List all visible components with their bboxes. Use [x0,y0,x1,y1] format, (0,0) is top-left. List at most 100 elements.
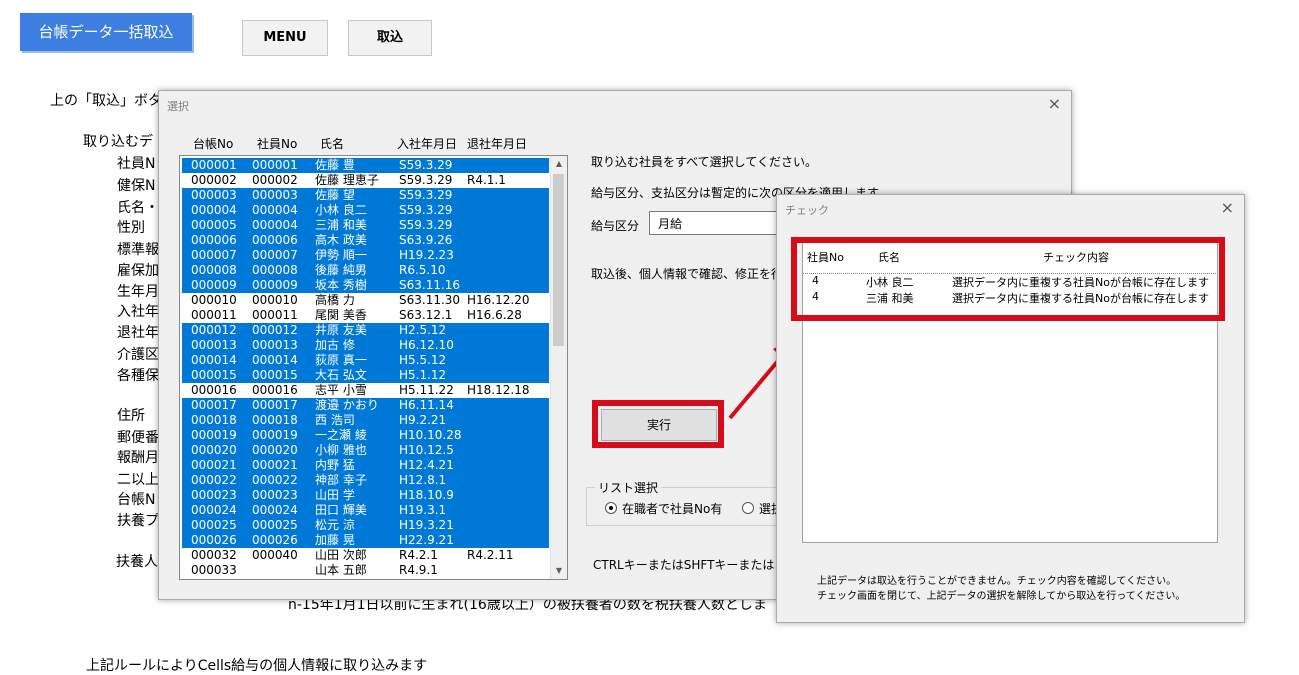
app-title-button[interactable]: 台帳データ一括取込 [20,13,192,51]
employee-list-row[interactable]: 000002 000002 佐藤 理恵子 S59.3.29 R4.1.1 [182,173,549,188]
row-ledger-no: 000020 [191,443,237,457]
row-ledger-no: 000007 [191,248,237,262]
employee-list-row[interactable]: 000010 000010 高橋 力 S63.11.30 H16.12.20 [182,293,549,308]
scroll-down-arrow-icon[interactable]: ▼ [551,563,567,579]
radio-other-indicator[interactable] [742,502,754,514]
sheet-field-label: 介護区 [117,347,159,363]
employee-list-row[interactable]: 000009 000009 坂本 秀樹 S63.11.16 [182,278,549,293]
row-employee-no: 000022 [252,473,298,487]
employee-list-row[interactable]: 000018 000018 西 浩司 H9.2.21 [182,413,549,428]
import-button[interactable]: 取込 [348,20,432,56]
employee-list-row[interactable]: 000019 000019 一之瀬 綾 H10.10.28 [182,428,549,443]
row-name: 内野 猛 [315,458,355,472]
row-employee-no: 000021 [252,458,298,472]
row-employee-no: 000004 [252,218,298,232]
row-join-date: H6.12.10 [399,338,454,352]
row-employee-no: 000001 [252,158,298,172]
sheet-field-label: 標準報 [117,242,159,258]
check-dialog-close-icon[interactable]: × [1221,198,1234,217]
row-name: 伊勢 順一 [315,248,367,262]
row-employee-no: 000004 [252,203,298,217]
employee-list-row[interactable]: 000022 000022 神部 幸子 H12.8.1 [182,473,549,488]
row-name: 加古 修 [315,338,355,352]
employee-list-row[interactable]: 000020 000020 小柳 雅也 H10.12.5 [182,443,549,458]
scrollbar-thumb[interactable] [553,174,564,346]
employee-list-row[interactable]: 000014 000014 荻原 真一 H5.5.12 [182,353,549,368]
employee-list-row[interactable]: 000025 000025 松元 涼 H19.3.21 [182,518,549,533]
sheet-footer-note: 上記ルールによりCells給与の個人情報に取り込みます [86,658,428,674]
row-name: 井原 友美 [315,323,367,337]
row-join-date: S63.11.16 [399,278,461,292]
column-header-employee-no: 社員No [257,137,298,151]
row-leave-date: R4.1.1 [467,173,506,187]
row-join-date: H10.12.5 [399,443,454,457]
row-name: 山田 次郎 [315,548,367,562]
employee-list-row[interactable]: 000001 000001 佐藤 豊 S59.3.29 [182,158,549,173]
row-employee-no: 000006 [252,233,298,247]
row-leave-date: H16.6.28 [467,308,522,322]
row-name: 佐藤 豊 [315,158,355,172]
radio-employed-indicator[interactable] [605,502,617,514]
row-name: 志平 小雪 [315,383,367,397]
row-ledger-no: 000016 [191,383,237,397]
column-header-ledger-no: 台帳No [193,137,234,151]
row-employee-no: 000024 [252,503,298,517]
row-join-date: H18.10.9 [399,488,454,502]
employee-list-row[interactable]: 000026 000026 加藤 晃 H22.9.21 [182,533,549,548]
employee-list-row[interactable]: 000005 000004 三浦 和美 S59.3.29 [182,218,549,233]
row-name: 一之瀬 綾 [315,428,367,442]
salary-type-select[interactable]: 月給 [649,211,781,235]
employee-list-row[interactable]: 000011 000011 尾関 美香 S63.12.1 H16.6.28 [182,308,549,323]
employee-list-row[interactable]: 000012 000012 井原 友美 H2.5.12 [182,323,549,338]
row-ledger-no: 000018 [191,413,237,427]
sheet-field-label: 郵便番 [117,430,159,446]
employee-list-row[interactable]: 000021 000021 内野 猛 H12.4.21 [182,458,549,473]
row-ledger-no: 000013 [191,338,237,352]
salary-type-value: 月給 [658,217,683,231]
employee-list-row[interactable]: 000008 000008 後藤 純男 R6.5.10 [182,263,549,278]
row-join-date: S59.3.29 [399,173,453,187]
select-dialog-close-icon[interactable]: × [1048,94,1061,113]
employee-list-row[interactable]: 000006 000006 高木 政美 S63.9.26 [182,233,549,248]
menu-button[interactable]: MENU [242,20,328,56]
row-employee-no: 000040 [252,548,298,562]
sheet-field-label: 入社年 [117,304,159,320]
employee-list-row[interactable]: 000004 000004 小林 良二 S59.3.29 [182,203,549,218]
employee-listbox[interactable]: ▲ ▼ 000001 000001 佐藤 豊 S59.3.29 000002 000002… [179,155,568,580]
scroll-up-arrow-icon[interactable]: ▲ [551,156,567,172]
row-join-date: H9.2.21 [399,413,447,427]
row-employee-no: 000015 [252,368,298,382]
employee-list-row[interactable]: 000017 000017 渡邉 かおり H6.11.14 [182,398,549,413]
sheet-field-label: 住所 [117,408,145,424]
employee-list-row[interactable]: 000007 000007 伊勢 順一 H19.2.23 [182,248,549,263]
sheet-field-label: 健保N [117,178,156,194]
employee-list-row[interactable]: 000024 000024 田口 輝美 H19.3.1 [182,503,549,518]
row-join-date: H22.9.21 [399,533,454,547]
row-ledger-no: 000021 [191,458,237,472]
employee-list-row[interactable]: 000013 000013 加古 修 H6.12.10 [182,338,549,353]
row-employee-no: 000017 [252,398,298,412]
sheet-field-label: 社員N [117,156,156,172]
row-ledger-no: 000004 [191,203,237,217]
radio-employed[interactable]: 在職者で社員No有 [605,500,722,517]
row-ledger-no: 000025 [191,518,237,532]
execute-button[interactable]: 実行 [601,409,717,441]
row-ledger-no: 000032 [191,548,237,562]
row-join-date: H6.11.14 [399,398,454,412]
row-leave-date: H18.12.18 [467,383,530,397]
employee-list-row[interactable]: 000032 000040 山田 次郎 R4.2.1 R4.2.11 [182,548,549,563]
select-all-message: 取り込む社員をすべて選択してください。 [591,155,817,169]
check-note-line2: チェック画面を閉じて、上記データの選択を解除してから取込を行ってください。 [817,591,1186,602]
row-join-date: S59.3.29 [399,188,453,202]
employee-list-row[interactable]: 000016 000016 志平 小雪 H5.11.22 H18.12.18 [182,383,549,398]
employee-list-row[interactable]: 000003 000003 佐藤 望 S59.3.29 [182,188,549,203]
employee-list-row[interactable]: 000023 000023 山田 学 H18.10.9 [182,488,549,503]
employee-list-row[interactable]: 000015 000015 大石 弘文 H5.1.12 [182,368,549,383]
listbox-scrollbar[interactable]: ▲ ▼ [550,156,567,579]
employee-list-row[interactable]: 000033 山本 五郎 R4.9.1 [182,563,549,578]
row-name: 山田 学 [315,488,355,502]
sheet-field-label: 生年月 [117,284,159,300]
row-ledger-no: 000026 [191,533,237,547]
row-ledger-no: 000006 [191,233,237,247]
row-employee-no: 000013 [252,338,298,352]
